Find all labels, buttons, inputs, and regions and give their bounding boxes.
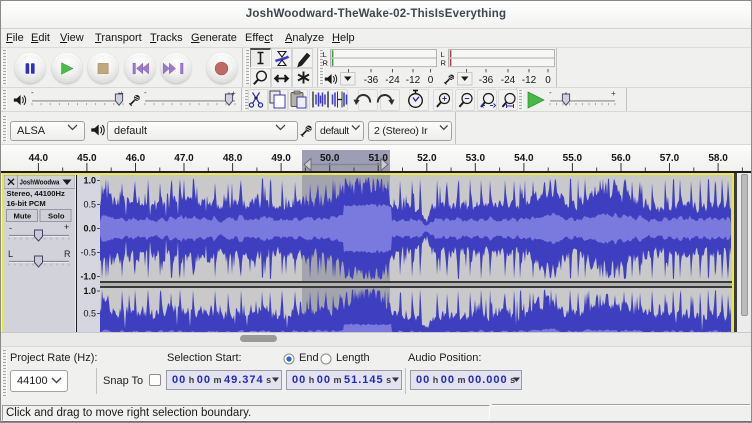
svg-text:Stereo, 44100Hz: Stereo, 44100Hz (7, 189, 65, 198)
svg-text:44.0: 44.0 (29, 153, 49, 164)
svg-text:-1.0: -1.0 (80, 272, 96, 282)
svg-text:0.5: 0.5 (83, 309, 96, 319)
svg-text:-0.5: -0.5 (80, 248, 96, 258)
svg-text:52.0: 52.0 (417, 153, 437, 164)
svg-text:JoshWoodwa: JoshWoodwa (20, 178, 61, 187)
svg-text:16-bit PCM: 16-bit PCM (7, 199, 46, 208)
svg-text:1.0: 1.0 (83, 176, 96, 186)
svg-text:56.0: 56.0 (611, 153, 631, 164)
svg-text:53.0: 53.0 (466, 153, 486, 164)
svg-text:49.0: 49.0 (271, 153, 291, 164)
svg-text:Mute: Mute (14, 212, 32, 221)
svg-text:Solo: Solo (48, 212, 65, 221)
svg-text:R: R (64, 249, 71, 259)
svg-text:L: L (8, 249, 13, 259)
svg-text:45.0: 45.0 (77, 153, 97, 164)
svg-text:47.0: 47.0 (174, 153, 194, 164)
svg-text:46.0: 46.0 (126, 153, 146, 164)
svg-text:1.0: 1.0 (83, 286, 96, 296)
svg-text:-: - (9, 223, 12, 233)
svg-text:0.5: 0.5 (83, 200, 96, 210)
svg-text:0.0: 0.0 (83, 224, 96, 234)
svg-text:57.0: 57.0 (660, 153, 680, 164)
svg-text:50.0: 50.0 (320, 153, 340, 164)
svg-text:48.0: 48.0 (223, 153, 243, 164)
svg-text:55.0: 55.0 (563, 153, 583, 164)
svg-text:58.0: 58.0 (708, 153, 728, 164)
svg-text:54.0: 54.0 (514, 153, 534, 164)
svg-text:+: + (64, 222, 69, 232)
